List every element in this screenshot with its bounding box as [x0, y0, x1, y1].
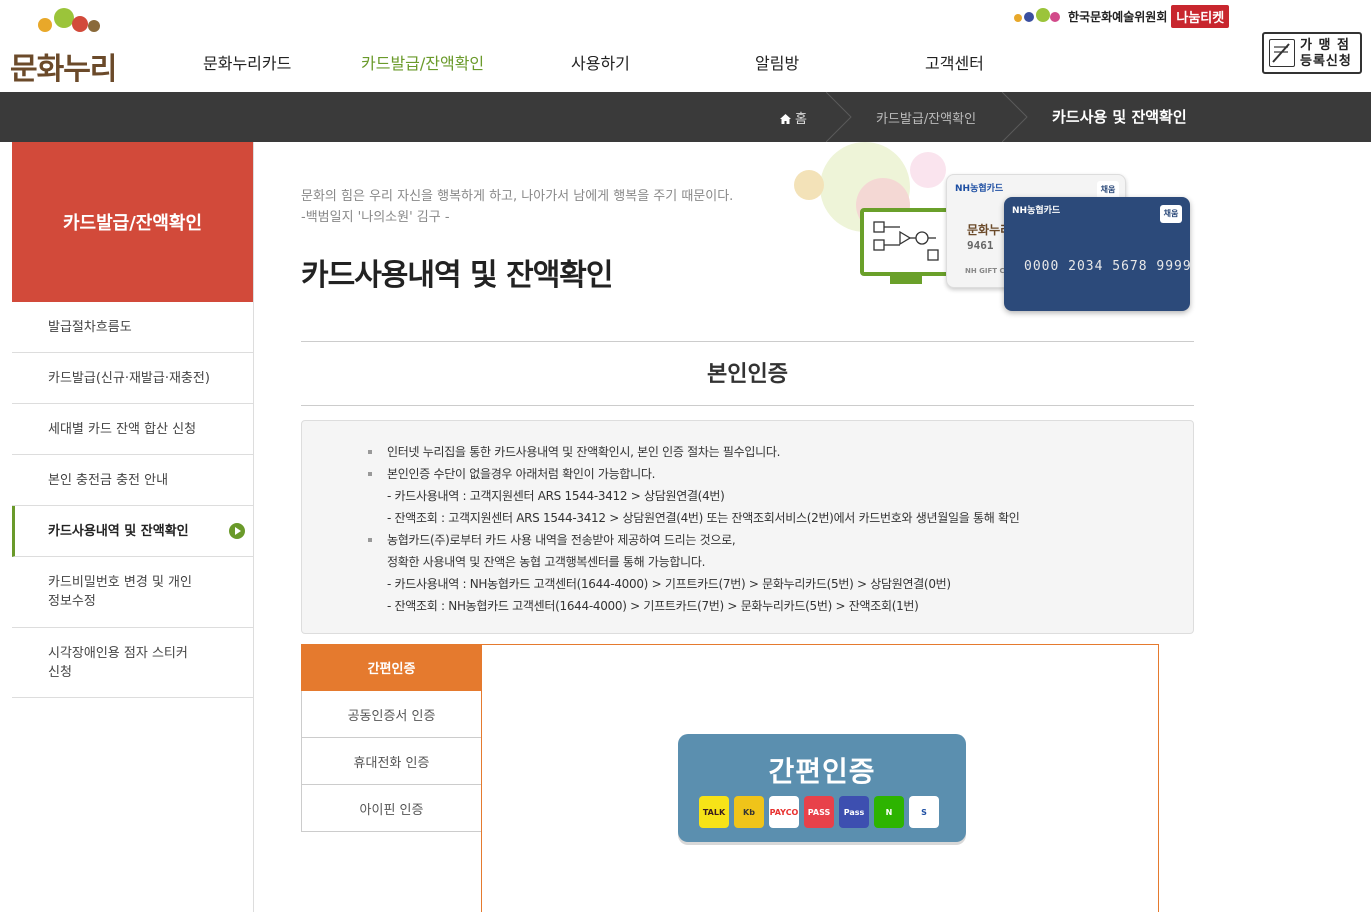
nav-usage[interactable]: 사용하기 [571, 50, 630, 74]
card-blue-brand: NH농협카드 [1012, 206, 1061, 216]
kakao-icon: TALK [699, 796, 729, 828]
logo[interactable]: 문화누리 [10, 6, 130, 87]
sidebar-item-line: 신청 [48, 664, 72, 680]
arko-link[interactable]: 한국문화예술위원회 [1068, 8, 1167, 25]
sidebar-item-line: 발급절차흐름도 [48, 319, 132, 335]
card-white-number: 9461 [967, 239, 994, 252]
tab-phone-auth[interactable]: 휴대전화 인증 [301, 738, 482, 785]
kb-icon: Kb [734, 796, 764, 828]
sidebar-title: 카드발급/잔액확인 [12, 142, 253, 302]
decor-circle [794, 170, 824, 200]
home-icon [780, 114, 791, 124]
header: 문화누리 문화누리카드 카드발급/잔액확인 사용하기 알림방 고객센터 한국문화… [0, 0, 1371, 92]
logo-text: 문화누리 [10, 52, 117, 87]
card-white-brand: NH농협카드 [955, 184, 1004, 194]
bullet-icon [368, 538, 372, 542]
provider-list: TALK Kb PAYCO PASS Pass N S [699, 796, 944, 828]
sidebar-item-label: 발급절차흐름도 [48, 318, 132, 337]
notice-line: 정확한 사용내역 및 잔액은 농협 고객행복센터를 통해 가능합니다. [387, 555, 706, 569]
bullet-icon [368, 472, 372, 476]
breadcrumb-separator-icon [1002, 92, 1028, 142]
merchant-register-label: 가 맹 점 등록신청 [1300, 38, 1352, 70]
breadcrumb-home-label: 홈 [795, 112, 807, 127]
notice-line: 농협카드(주)로부터 카드 사용 내역을 전송받아 제공하여 드리는 것으로, [387, 533, 736, 547]
sidebar-item-household-balance[interactable]: 세대별 카드 잔액 합산 신청 [12, 404, 253, 455]
sidebar-item-line: 카드사용내역 및 잔액확인 [48, 523, 189, 539]
sidebar-item-card-issue[interactable]: 카드발급(신규·재발급·재충전) [12, 353, 253, 404]
breadcrumb: 홈 카드발급/잔액확인 카드사용 및 잔액확인 [0, 92, 1371, 142]
breadcrumb-current: 카드사용 및 잔액확인 [1052, 108, 1187, 126]
notice-line: 본인인증 수단이 없을경우 아래처럼 확인이 가능합니다. [387, 467, 656, 481]
sidebar-item-line: 카드발급(신규·재발급·재충전) [48, 370, 210, 386]
sidebar-item-label: 세대별 카드 잔액 합산 신청 [48, 420, 196, 439]
breadcrumb-separator-icon [826, 92, 852, 142]
section-divider [301, 405, 1194, 406]
sidebar-item-usage-balance[interactable]: 카드사용내역 및 잔액확인 [12, 506, 253, 557]
bullet-icon [368, 450, 372, 454]
page: 문화누리 문화누리카드 카드발급/잔액확인 사용하기 알림방 고객센터 한국문화… [0, 0, 1371, 912]
page-quote: 문화의 힘은 우리 자신을 행복하게 하고, 나아가서 남에게 행복을 주기 때… [301, 186, 733, 228]
shinhan-icon: S [909, 796, 939, 828]
sidebar-menu: 발급절차흐름도 카드발급(신규·재발급·재충전) 세대별 카드 잔액 합산 신청… [12, 302, 253, 698]
nanum-ticket-link[interactable]: 나눔티켓 [1171, 4, 1230, 28]
auth-tabs: 간편인증 공동인증서 인증 휴대전화 인증 아이핀 인증 [301, 644, 482, 832]
simple-auth-button[interactable]: 간편인증 TALK Kb PAYCO PASS Pass N S [678, 734, 966, 842]
naver-icon: N [874, 796, 904, 828]
nav-notice[interactable]: 알림방 [755, 50, 799, 74]
breadcrumb-level1[interactable]: 카드발급/잔액확인 [876, 108, 976, 127]
monitor-stand [890, 276, 922, 284]
sidebar-item-label: 카드비밀번호 변경 및 개인 정보수정 [48, 573, 192, 611]
sidebar: 카드발급/잔액확인 발급절차흐름도 카드발급(신규·재발급·재충전) 세대별 카… [12, 142, 254, 912]
notice-line: 인터넷 누리집을 통한 카드사용내역 및 잔액확인시, 본인 인증 절차는 필수… [387, 445, 781, 459]
nav-card-issue[interactable]: 카드발급/잔액확인 [361, 50, 484, 74]
notice-line: - 카드사용내역 : NH농협카드 고객센터(1644-4000) > 기프트카… [387, 577, 951, 591]
sidebar-item-line: 본인 충전금 충전 안내 [48, 472, 169, 488]
sidebar-item-line: 카드비밀번호 변경 및 개인 [48, 575, 192, 590]
merchant-line1: 가 맹 점 [1300, 38, 1350, 53]
pass-icon: PASS [804, 796, 834, 828]
auth-panel: 간편인증 TALK Kb PAYCO PASS Pass N S [481, 644, 1159, 912]
section-title: 본인인증 [707, 362, 788, 387]
form-pen-icon [1269, 39, 1295, 67]
card-blue: NH농협카드 채움 0000 2034 5678 9999 [1004, 197, 1192, 311]
simple-auth-title: 간편인증 [768, 755, 876, 788]
card-blue-number: 0000 2034 5678 9999 [1024, 259, 1192, 274]
page-title: 카드사용내역 및 잔액확인 [301, 258, 613, 293]
notice-line: - 잔액조회 : NH농협카드 고객센터(1644-4000) > 기프트카드(… [387, 599, 919, 613]
payco-icon: PAYCO [769, 796, 799, 828]
breadcrumb-home[interactable]: 홈 [780, 108, 807, 127]
sidebar-item-line: 세대별 카드 잔액 합산 신청 [48, 421, 197, 437]
sidebar-item-self-charge[interactable]: 본인 충전금 충전 안내 [12, 455, 253, 506]
sidebar-item-label: 카드사용내역 및 잔액확인 [48, 522, 189, 541]
tab-ipin-auth[interactable]: 아이핀 인증 [301, 785, 482, 832]
notice-line: - 잔액조회 : 고객지원센터 ARS 1544-3412 > 상담원연결(4번… [387, 511, 1020, 525]
nav-culture-card[interactable]: 문화누리카드 [203, 50, 291, 74]
nav-customer-center[interactable]: 고객센터 [925, 50, 984, 74]
sidebar-item-label: 카드발급(신규·재발급·재충전) [48, 369, 210, 388]
sidebar-item-label: 본인 충전금 충전 안내 [48, 471, 168, 490]
decor-circle [910, 152, 946, 188]
partner-links: 한국문화예술위원회 나눔티켓 [1012, 4, 1230, 28]
samsung-pass-icon: Pass [839, 796, 869, 828]
card-blue-chip: 채움 [1160, 205, 1182, 223]
merchant-line2: 등록신청 [1300, 54, 1352, 69]
sidebar-item-password-change[interactable]: 카드비밀번호 변경 및 개인 정보수정 [12, 557, 253, 628]
quote-author: -백범일지 '나의소원' 김구 - [301, 210, 450, 225]
arrow-right-icon [229, 523, 245, 539]
arko-logo-mark [1012, 6, 1064, 26]
notice-box: 인터넷 누리집을 통한 카드사용내역 및 잔액확인시, 본인 인증 절차는 필수… [301, 420, 1194, 634]
notice-line: - 카드사용내역 : 고객지원센터 ARS 1544-3412 > 상담원연결(… [387, 489, 725, 503]
quote-text: 문화의 힘은 우리 자신을 행복하게 하고, 나아가서 남에게 행복을 주기 때… [301, 189, 734, 204]
monitor-icon [860, 208, 952, 276]
sidebar-item-label: 시각장애인용 점자 스티커 신청 [48, 644, 188, 682]
sidebar-item-line: 정보수정 [48, 594, 96, 609]
card-illustration: NH농협카드 채움 문화누리 9461 NH GIFT CA NH농협카드 채움… [790, 142, 1200, 317]
sidebar-item-line: 시각장애인용 점자 스티커 [48, 645, 188, 661]
tab-simple-auth[interactable]: 간편인증 [301, 644, 482, 691]
sidebar-item-braille-sticker[interactable]: 시각장애인용 점자 스티커 신청 [12, 628, 253, 698]
section-divider [301, 341, 1194, 342]
merchant-register-button[interactable]: 가 맹 점 등록신청 [1262, 32, 1362, 74]
tab-certificate-auth[interactable]: 공동인증서 인증 [301, 691, 482, 738]
sidebar-item-issue-flow[interactable]: 발급절차흐름도 [12, 302, 253, 353]
